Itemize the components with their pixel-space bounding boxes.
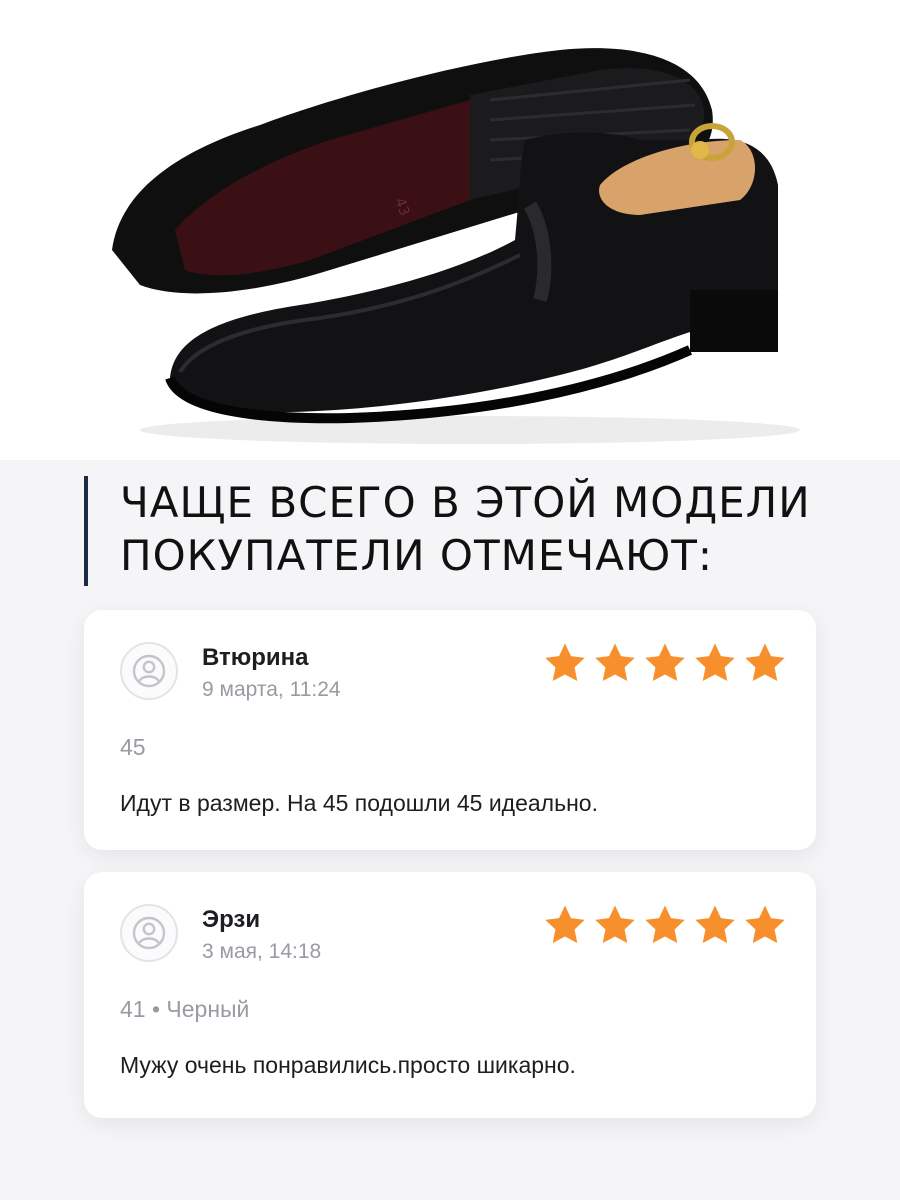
review-author: Эрзи [202, 906, 261, 933]
review-meta: 45 [120, 734, 146, 760]
section-heading: ЧАЩЕ ВСЕГО В ЭТОЙ МОДЕЛИ ПОКУПАТЕЛИ ОТМЕ… [84, 476, 811, 586]
user-icon [120, 904, 178, 962]
star-icon [545, 905, 585, 944]
star-icon [645, 643, 685, 682]
star-icon [595, 643, 635, 682]
star-icon [595, 905, 635, 944]
star-icon [745, 643, 785, 682]
star-icon [645, 905, 685, 944]
shoe-illustration: 43 [112, 48, 800, 444]
review-text: Мужу очень понравились.просто шикарно. [120, 1052, 576, 1078]
review-card: Втюрина 9 марта, 11:24 45 Идут в размер.… [84, 610, 816, 850]
review-author: Втюрина [202, 644, 309, 671]
star-icon [745, 905, 785, 944]
star-icon [695, 643, 735, 682]
review-date: 3 мая, 14:18 [202, 940, 322, 963]
heading-line-2: ПОКУПАТЕЛИ ОТМЕЧАЮТ: [120, 531, 714, 580]
review-meta: 41 • Черный [120, 996, 250, 1022]
review-date: 9 марта, 11:24 [202, 678, 341, 701]
product-photo: 43 [0, 0, 900, 460]
star-icon [695, 905, 735, 944]
rating-stars [542, 902, 788, 948]
star-icon [545, 643, 585, 682]
heading-text: ЧАЩЕ ВСЕГО В ЭТОЙ МОДЕЛИ ПОКУПАТЕЛИ ОТМЕ… [120, 476, 811, 582]
heading-line-1: ЧАЩЕ ВСЕГО В ЭТОЙ МОДЕЛИ [120, 478, 811, 527]
rating-stars [542, 640, 788, 686]
user-icon [120, 642, 178, 700]
review-card: Эрзи 3 мая, 14:18 41 • Черный Мужу очень… [84, 872, 816, 1118]
review-text: Идут в размер. На 45 подошли 45 идеально… [120, 790, 598, 816]
